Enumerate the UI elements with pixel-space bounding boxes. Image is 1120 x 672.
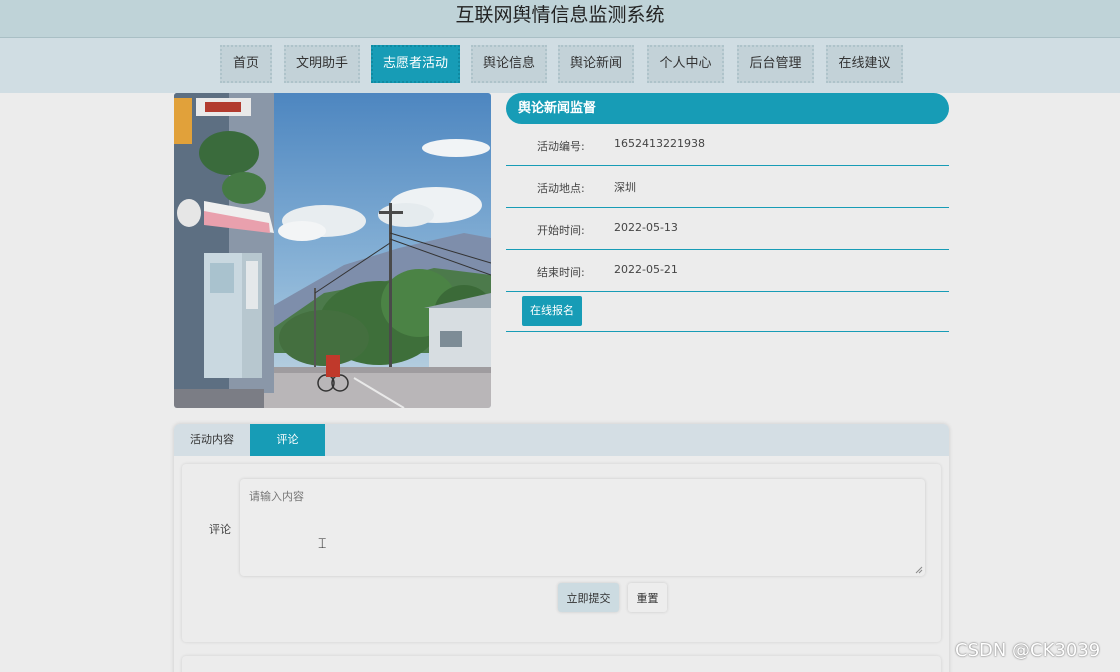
comment-list <box>182 656 941 672</box>
reset-button[interactable]: 重置 <box>628 583 667 612</box>
nav-item-online-suggestions[interactable]: 在线建议 <box>826 45 903 83</box>
resize-grip-icon[interactable] <box>915 566 923 574</box>
nav-item-public-opinion-info[interactable]: 舆论信息 <box>471 45 547 83</box>
info-value: 深圳 <box>614 181 636 194</box>
tabs-panel: 活动内容 评论 评论 ⌶ 立即提交 重置 <box>174 424 949 672</box>
title-bar: 互联网舆情信息监测系统 <box>0 0 1120 38</box>
tab-activity-content[interactable]: 活动内容 <box>174 424 250 456</box>
info-value: 2022-05-21 <box>614 263 678 276</box>
info-value: 1652413221938 <box>614 137 705 150</box>
nav-item-personal-center[interactable]: 个人中心 <box>647 45 724 83</box>
nav-item-public-opinion-news[interactable]: 舆论新闻 <box>558 45 634 83</box>
info-label: 活动编号: <box>537 140 585 153</box>
nav-item-home[interactable]: 首页 <box>220 45 272 83</box>
info-label: 开始时间: <box>537 224 585 237</box>
submit-button[interactable]: 立即提交 <box>558 583 619 612</box>
comment-label: 评论 <box>209 523 231 536</box>
tab-strip: 活动内容 评论 <box>174 424 949 456</box>
text-cursor-icon: ⌶ <box>318 536 327 552</box>
nav-item-admin[interactable]: 后台管理 <box>737 45 814 83</box>
main-nav: 首页 文明助手 志愿者活动 舆论信息 舆论新闻 个人中心 后台管理 在线建议 <box>0 38 1120 93</box>
tab-comments[interactable]: 评论 <box>250 424 325 456</box>
activity-title: 舆论新闻监督 <box>506 93 949 124</box>
nav-item-civility-assistant[interactable]: 文明助手 <box>284 45 360 83</box>
signup-row: 在线报名 <box>506 292 949 332</box>
watermark: CSDN @CK3039 <box>955 640 1101 661</box>
page-title: 互联网舆情信息监测系统 <box>455 4 665 26</box>
signup-button[interactable]: 在线报名 <box>522 296 582 326</box>
info-value: 2022-05-13 <box>614 221 678 234</box>
info-row-location: 活动地点: 深圳 <box>506 166 949 208</box>
nav-item-volunteer-activities[interactable]: 志愿者活动 <box>371 45 460 83</box>
info-label: 结束时间: <box>537 266 585 279</box>
comment-form: 评论 ⌶ 立即提交 重置 <box>182 464 941 642</box>
info-row-activity-id: 活动编号: 1652413221938 <box>506 124 949 166</box>
info-row-end-time: 结束时间: 2022-05-21 <box>506 250 949 292</box>
activity-image <box>174 93 491 408</box>
info-label: 活动地点: <box>537 182 585 195</box>
info-row-start-time: 开始时间: 2022-05-13 <box>506 208 949 250</box>
comment-input[interactable] <box>240 479 925 576</box>
